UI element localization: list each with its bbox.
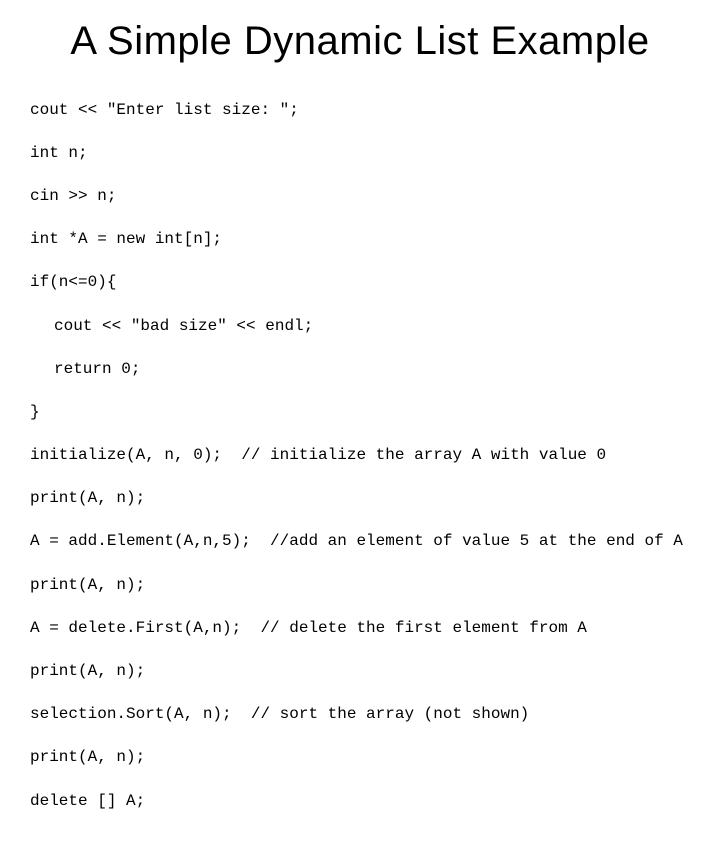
code-line: cout << "Enter list size: "; (30, 100, 690, 122)
code-line: print(A, n); (30, 488, 690, 510)
code-line: } (30, 402, 690, 424)
code-line: cout << "bad size" << endl; (30, 316, 690, 338)
code-line: if(n<=0){ (30, 272, 690, 294)
code-line: print(A, n); (30, 747, 690, 769)
code-block: cout << "Enter list size: "; int n; cin … (30, 78, 690, 855)
code-line: cin >> n; (30, 186, 690, 208)
code-line: A = add.Element(A,n,5); //add an element… (30, 531, 690, 553)
code-line: delete [] A; (30, 791, 690, 813)
code-line: int n; (30, 143, 690, 165)
slide: A Simple Dynamic List Example cout << "E… (0, 0, 720, 540)
code-line: selection.Sort(A, n); // sort the array … (30, 704, 690, 726)
code-line: print(A, n); (30, 575, 690, 597)
code-line: print(A, n); (30, 661, 690, 683)
slide-title: A Simple Dynamic List Example (30, 18, 690, 64)
code-line: A = delete.First(A,n); // delete the fir… (30, 618, 690, 640)
code-line: int *A = new int[n]; (30, 229, 690, 251)
code-line: initialize(A, n, 0); // initialize the a… (30, 445, 690, 467)
code-line: return 0; (30, 359, 690, 381)
